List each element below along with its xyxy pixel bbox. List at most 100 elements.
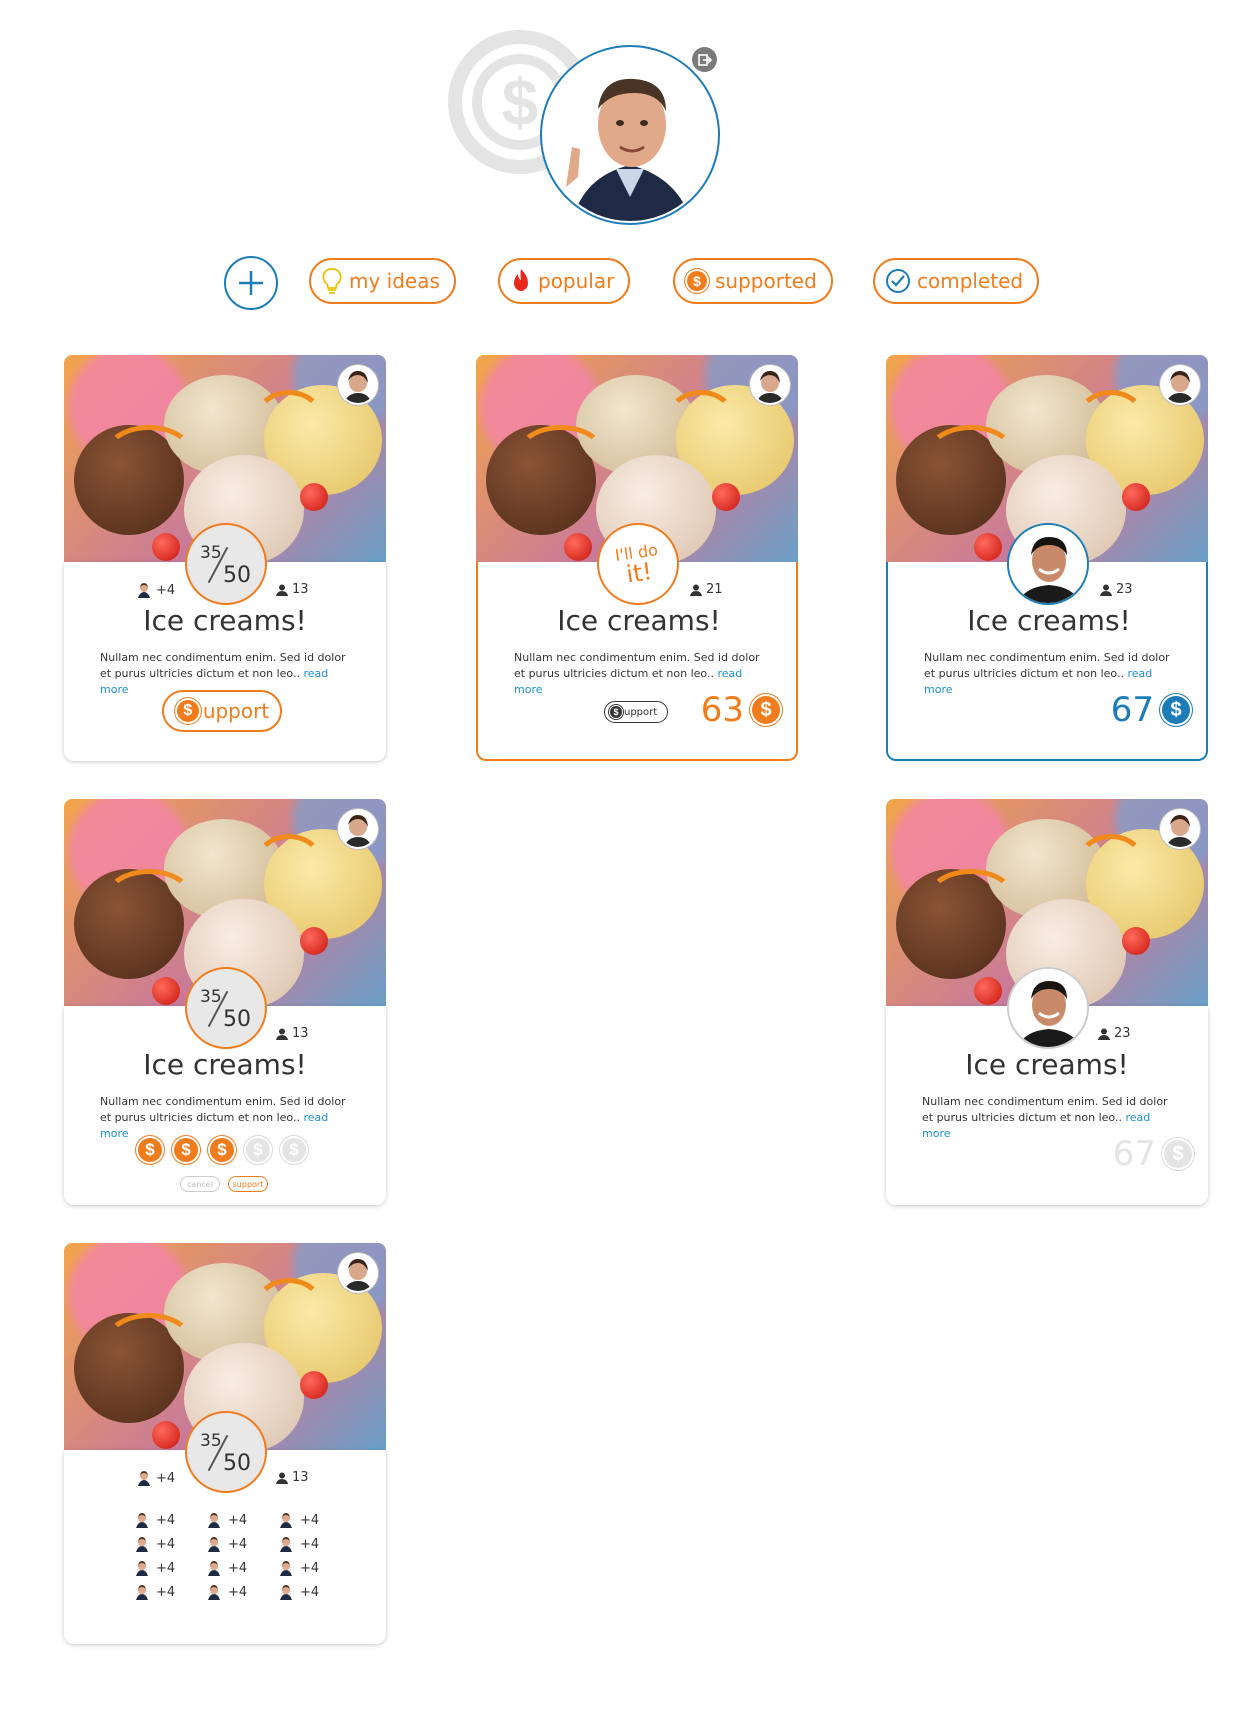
support-label: upport	[202, 699, 270, 723]
team-avatar-icon	[280, 1537, 292, 1552]
person-icon	[1100, 584, 1112, 596]
team-extra: +4	[156, 1470, 176, 1486]
supporter-number: 13	[292, 1470, 309, 1485]
executor-avatar[interactable]	[1007, 523, 1089, 605]
coin-option-1[interactable]: $	[136, 1136, 164, 1164]
check-circle-icon	[886, 269, 910, 293]
filter-label: completed	[917, 269, 1024, 293]
team-member[interactable]: +4	[134, 1512, 206, 1528]
author-avatar[interactable]	[338, 1253, 378, 1293]
filter-label: supported	[715, 269, 817, 293]
logout-icon	[697, 53, 712, 66]
author-photo	[1166, 815, 1194, 847]
coin-selector: $ $ $ $ $	[136, 1136, 308, 1164]
lightbulb-icon	[322, 268, 342, 294]
team-avatar-icon	[136, 1585, 148, 1600]
team-member[interactable]: +4	[278, 1536, 350, 1552]
coin-option-2[interactable]: $	[172, 1136, 200, 1164]
team-avatar-icon	[280, 1585, 292, 1600]
person-icon	[690, 584, 702, 596]
author-avatar[interactable]	[338, 809, 378, 849]
filter-completed[interactable]: completed	[873, 258, 1040, 304]
coin-option-4[interactable]: $	[244, 1136, 272, 1164]
coin-icon: $	[1160, 694, 1192, 726]
coin-option-5[interactable]: $	[280, 1136, 308, 1164]
team-avatar-icon	[136, 1537, 148, 1552]
filter-popular[interactable]: popular	[498, 258, 631, 304]
team-member[interactable]: +4	[206, 1584, 278, 1600]
author-avatar[interactable]	[750, 365, 790, 405]
team-avatar-icon	[138, 1471, 150, 1486]
confirm-support-button[interactable]: support	[228, 1176, 268, 1192]
coin-icon: $	[174, 698, 201, 724]
support-button[interactable]: $ upport	[162, 690, 282, 732]
team-extra: +4	[228, 1560, 248, 1576]
flame-icon	[514, 269, 528, 291]
team-member[interactable]: +4	[134, 1584, 206, 1600]
person-icon	[276, 1472, 288, 1484]
user-photo	[544, 49, 716, 221]
team-extra: +4	[300, 1560, 320, 1576]
person-icon	[1098, 1028, 1110, 1040]
team-avatar-icon	[280, 1561, 292, 1576]
support-label: upport	[624, 706, 658, 718]
idea-title: Ice creams!	[967, 604, 1131, 637]
coin-total: 67 $	[1111, 690, 1192, 730]
team-count: +4	[136, 582, 175, 598]
doit-line2: it!	[624, 556, 654, 589]
total-number: 67	[1110, 690, 1154, 730]
team-member[interactable]: +4	[278, 1584, 350, 1600]
team-count: +4	[136, 1470, 175, 1486]
team-member[interactable]: +4	[278, 1560, 350, 1576]
team-member[interactable]: +4	[206, 1560, 278, 1576]
plus-icon	[239, 271, 263, 295]
team-extra: +4	[228, 1536, 248, 1552]
idea-title: Ice creams!	[557, 604, 721, 637]
progress-indicator: 35 50	[185, 967, 267, 1049]
team-extra: +4	[156, 1536, 176, 1552]
team-avatar-icon	[138, 583, 150, 598]
supporter-number: 13	[292, 582, 309, 597]
team-grid: +4 +4 +4 +4 +4 +4 +4 +4 +4 +4 +4 +4	[134, 1512, 350, 1600]
team-member[interactable]: +4	[206, 1536, 278, 1552]
team-avatar-icon	[208, 1513, 220, 1528]
progress-indicator: 35 50	[185, 1411, 267, 1493]
total-number: 67	[1112, 1134, 1156, 1174]
supporter-count: 13	[276, 582, 309, 597]
progress-goal: 50	[223, 1451, 251, 1476]
team-extra: +4	[156, 1584, 176, 1600]
supporter-number: 23	[1116, 582, 1133, 597]
team-member[interactable]: +4	[134, 1560, 206, 1576]
author-avatar[interactable]	[1160, 809, 1200, 849]
team-extra: +4	[156, 1512, 176, 1528]
author-photo	[756, 371, 784, 403]
author-photo	[344, 371, 372, 403]
supporter-count: 21	[690, 582, 723, 597]
author-avatar[interactable]	[338, 365, 378, 405]
team-avatar-icon	[136, 1561, 148, 1576]
coin-option-3[interactable]: $	[208, 1136, 236, 1164]
author-avatar[interactable]	[1160, 365, 1200, 405]
progress-indicator: 35 50	[185, 523, 267, 605]
filter-my-ideas[interactable]: my ideas	[309, 258, 456, 304]
filter-supported[interactable]: $ supported	[673, 258, 833, 304]
cancel-button[interactable]: cancel	[180, 1176, 220, 1192]
supporter-number: 13	[292, 1026, 309, 1041]
support-button[interactable]: $ upport	[604, 701, 668, 723]
team-member[interactable]: +4	[206, 1512, 278, 1528]
person-icon	[276, 584, 288, 596]
supporter-count: 23	[1098, 1026, 1131, 1041]
team-member[interactable]: +4	[278, 1512, 350, 1528]
logout-button[interactable]	[692, 47, 717, 72]
coin-total: 63 $	[701, 690, 782, 730]
idea-title: Ice creams!	[143, 1048, 307, 1081]
team-member[interactable]: +4	[134, 1536, 206, 1552]
coin-icon: $	[1162, 1138, 1194, 1170]
author-photo	[344, 815, 372, 847]
user-avatar[interactable]	[540, 45, 720, 225]
idea-title: Ice creams!	[965, 1048, 1129, 1081]
person-icon	[276, 1028, 288, 1040]
idea-title: Ice creams!	[143, 604, 307, 637]
add-idea-button[interactable]	[224, 256, 278, 310]
executor-avatar[interactable]	[1007, 967, 1089, 1049]
